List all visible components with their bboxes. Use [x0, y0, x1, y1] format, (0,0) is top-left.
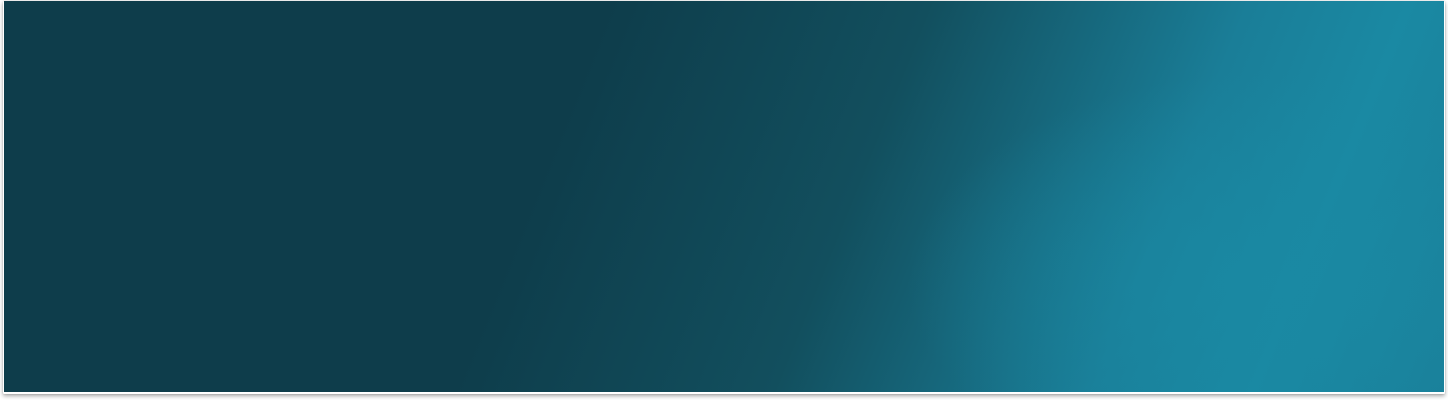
page — [0, 0, 1448, 400]
hero-banner — [4, 1, 1444, 392]
banner-corner-glow — [4, 1, 1444, 392]
